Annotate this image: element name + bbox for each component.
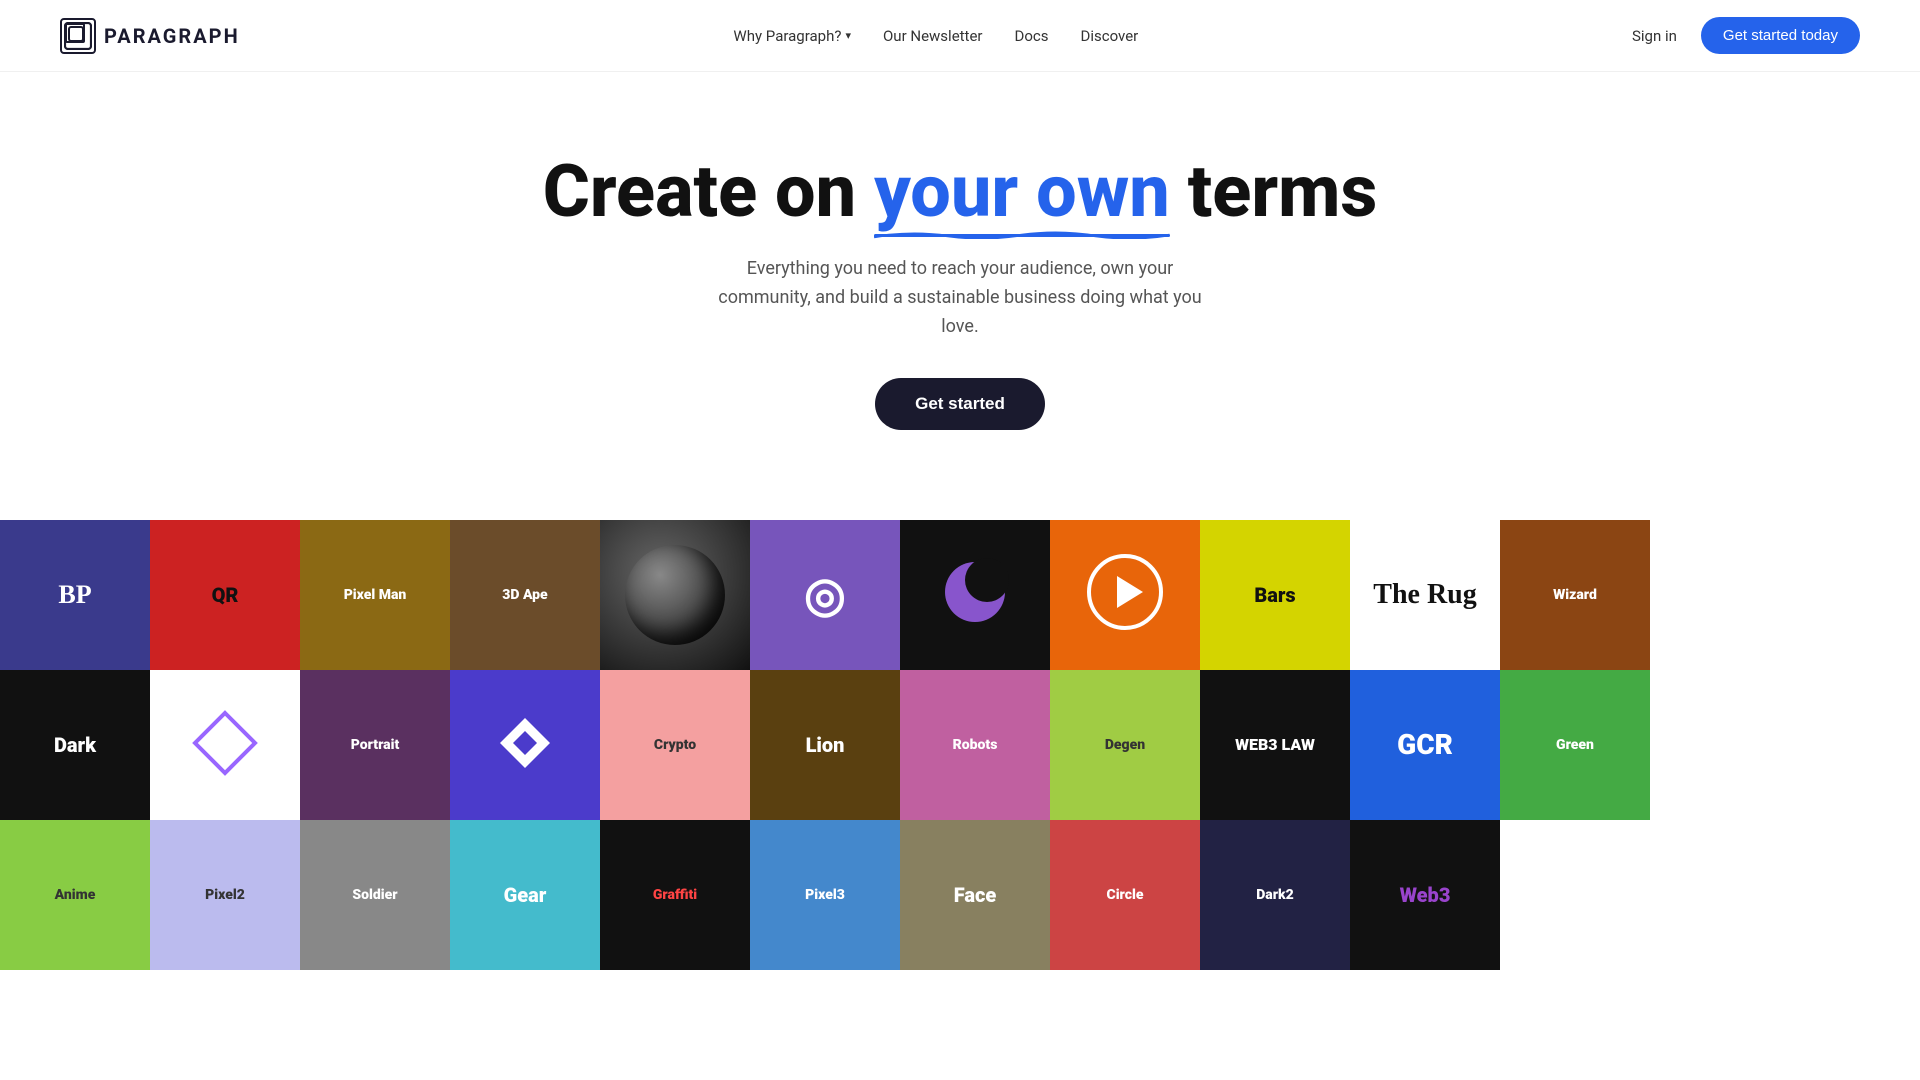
signin-link[interactable]: Sign in xyxy=(1632,27,1677,45)
list-item[interactable]: Anime xyxy=(0,820,150,970)
icon-row-2: Dark Portrait CryptoLionRobotsDegenWEB3 LA… xyxy=(0,670,1920,820)
list-item[interactable]: Degen xyxy=(1050,670,1200,820)
list-item[interactable]: Pixel2 xyxy=(150,820,300,970)
list-item[interactable]: Bars xyxy=(1200,520,1350,670)
list-item[interactable]: Graffiti xyxy=(600,820,750,970)
list-item[interactable]: Robots xyxy=(900,670,1050,820)
nav-item-why[interactable]: Why Paragraph? ▾ xyxy=(733,27,851,45)
logo-icon xyxy=(60,18,96,54)
logo[interactable]: PARAGRAPH xyxy=(60,18,240,54)
navbar: PARAGRAPH Why Paragraph? ▾ Our Newslette… xyxy=(0,0,1920,72)
nav-links: Why Paragraph? ▾ Our Newsletter Docs Dis… xyxy=(733,26,1138,45)
icon-grid: BPQRPixel Man3D Ape ◎ BarsThe RugWizard Da… xyxy=(0,520,1920,970)
headline-start: Create on xyxy=(543,149,874,234)
list-item[interactable] xyxy=(150,670,300,820)
list-item[interactable]: Wizard xyxy=(1500,520,1650,670)
list-item[interactable]: WEB3 LAW xyxy=(1200,670,1350,820)
list-item[interactable] xyxy=(600,520,750,670)
list-item[interactable] xyxy=(450,670,600,820)
list-item[interactable]: GCR xyxy=(1350,670,1500,820)
icon-row-1: BPQRPixel Man3D Ape ◎ BarsThe RugWizard xyxy=(0,520,1920,670)
list-item[interactable]: The Rug xyxy=(1350,520,1500,670)
list-item[interactable]: Face xyxy=(900,820,1050,970)
hero-headline: Create on your own terms xyxy=(20,152,1900,231)
headline-highlight: your own xyxy=(874,152,1170,231)
list-item[interactable]: Pixel3 xyxy=(750,820,900,970)
nav-right: Sign in Get started today xyxy=(1632,17,1860,54)
list-item[interactable] xyxy=(1050,520,1200,670)
hero-section: Create on your own terms Everything you … xyxy=(0,72,1920,480)
list-item[interactable]: Green xyxy=(1500,670,1650,820)
list-item[interactable]: Soldier xyxy=(300,820,450,970)
list-item[interactable]: Circle xyxy=(1050,820,1200,970)
get-started-today-button[interactable]: Get started today xyxy=(1701,17,1860,54)
list-item[interactable]: 3D Ape xyxy=(450,520,600,670)
list-item[interactable]: BP xyxy=(0,520,150,670)
get-started-button[interactable]: Get started xyxy=(875,378,1045,430)
icon-row-3: AnimePixel2SoldierGearGraffitiPixel3Face… xyxy=(0,820,1920,970)
list-item[interactable]: ◎ xyxy=(750,520,900,670)
list-item[interactable]: Portrait xyxy=(300,670,450,820)
nav-item-docs[interactable]: Docs xyxy=(1015,26,1049,45)
chevron-down-icon: ▾ xyxy=(845,29,851,42)
list-item[interactable]: QR xyxy=(150,520,300,670)
list-item[interactable] xyxy=(900,520,1050,670)
hero-subtext: Everything you need to reach your audien… xyxy=(700,255,1220,341)
nav-item-newsletter[interactable]: Our Newsletter xyxy=(883,26,983,45)
list-item[interactable]: Crypto xyxy=(600,670,750,820)
list-item[interactable]: Dark xyxy=(0,670,150,820)
headline-end: terms xyxy=(1170,149,1378,234)
list-item[interactable]: Pixel Man xyxy=(300,520,450,670)
list-item[interactable]: Web3 xyxy=(1350,820,1500,970)
list-item[interactable]: Gear xyxy=(450,820,600,970)
nav-item-discover[interactable]: Discover xyxy=(1081,26,1139,45)
list-item[interactable]: Dark2 xyxy=(1200,820,1350,970)
logo-text: PARAGRAPH xyxy=(104,24,240,48)
list-item[interactable]: Lion xyxy=(750,670,900,820)
